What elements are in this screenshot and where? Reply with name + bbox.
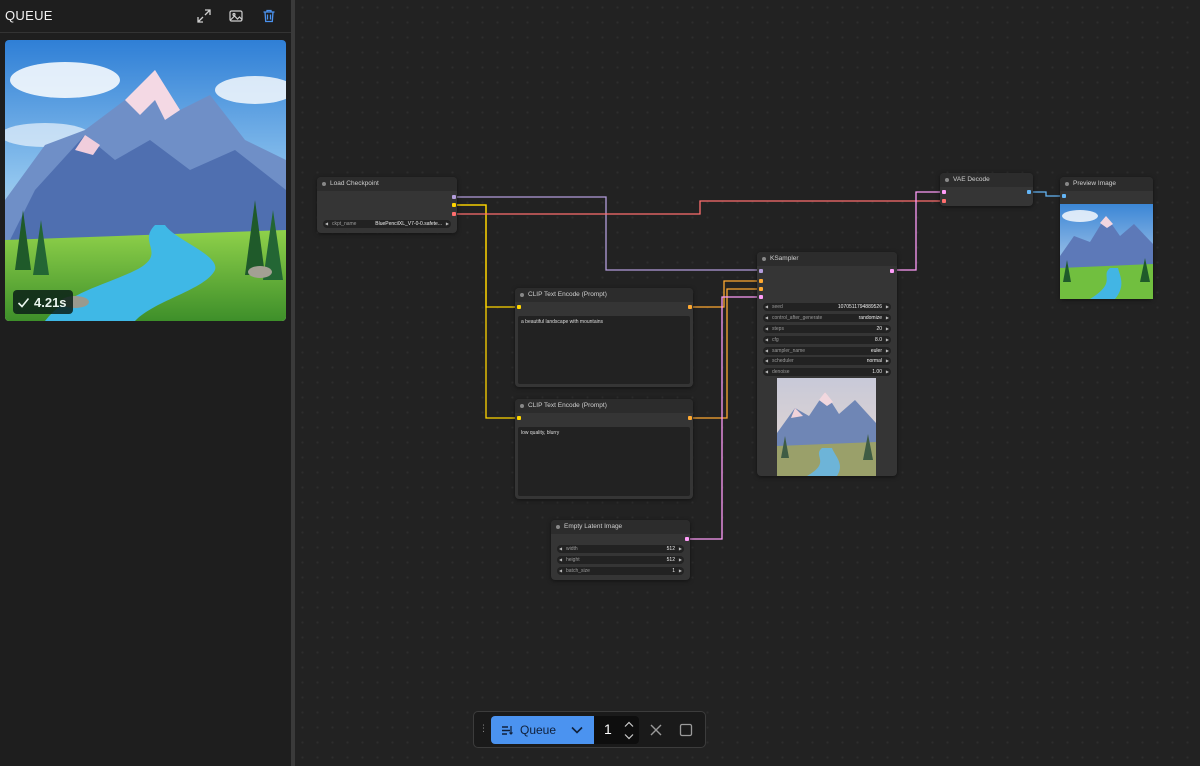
chevron-down-icon[interactable] <box>571 725 583 735</box>
node-title: CLIP Text Encode (Prompt) <box>515 288 693 302</box>
batch-count-value: 1 <box>604 721 612 737</box>
widget-label: control_after_generate <box>772 315 823 321</box>
widget-value: normal <box>866 358 882 364</box>
widget-label: height <box>566 557 580 563</box>
node-clip-text-encode-negative[interactable]: CLIP Text Encode (Prompt) low quality, b… <box>515 399 693 499</box>
widget-cfg[interactable]: cfg 8.0 <box>763 336 891 344</box>
widget-denoise[interactable]: denoise 1.00 <box>763 368 891 376</box>
output-port-latent[interactable] <box>685 537 689 541</box>
output-port-conditioning[interactable] <box>688 416 692 420</box>
widget-height[interactable]: height 512 <box>557 556 684 564</box>
ksampler-preview-image <box>777 378 876 476</box>
widget-seed[interactable]: seed 1070511794889526 <box>763 303 891 311</box>
node-title: Preview Image <box>1060 177 1153 191</box>
queue-button-label: Queue <box>520 723 557 737</box>
input-port-images[interactable] <box>1062 194 1066 198</box>
output-port-image[interactable] <box>1027 190 1031 194</box>
input-port-vae[interactable] <box>942 199 946 203</box>
widget-value: euler <box>870 348 882 354</box>
widget-ckpt-name[interactable]: ckpt_name BluePencilXL_V7-0-0.safete... <box>323 220 451 228</box>
node-preview-image[interactable]: Preview Image <box>1060 177 1153 299</box>
node-title: Load Checkpoint <box>317 177 457 191</box>
trash-icon[interactable] <box>259 6 279 26</box>
widget-value: 512 <box>666 557 675 563</box>
node-ksampler[interactable]: KSampler seed 1070511794889526 control_a… <box>757 252 897 476</box>
output-port-model[interactable] <box>452 195 456 199</box>
node-title: Empty Latent Image <box>551 520 690 534</box>
preview-output-image <box>1060 204 1153 299</box>
widget-value: BluePencilXL_V7-0-0.safete... <box>375 221 442 227</box>
chevron-up-icon[interactable] <box>624 721 634 728</box>
widget-label: ckpt_name <box>332 221 357 227</box>
stop-icon <box>679 723 693 737</box>
widget-label: denoise <box>772 369 790 375</box>
output-port-vae[interactable] <box>452 212 456 216</box>
queue-toolbar: ⋮⋮ Queue 1 <box>473 711 706 748</box>
checkmark-icon <box>17 297 30 308</box>
widget-label: width <box>566 546 578 552</box>
queue-list-icon <box>502 725 513 735</box>
input-port-samples[interactable] <box>942 190 946 194</box>
duration-text: 4.21s <box>34 294 67 310</box>
stop-button[interactable] <box>678 722 694 738</box>
queue-item-thumbnail[interactable]: 4.21s <box>5 40 286 321</box>
widget-batch-size[interactable]: batch_size 1 <box>557 567 684 575</box>
widget-value: 1 <box>672 568 675 574</box>
queue-sidebar: QUEUE 4.21s <box>0 0 291 766</box>
node-empty-latent-image[interactable]: Empty Latent Image width 512 height 512 … <box>551 520 690 580</box>
widget-value: 1070511794889526 <box>837 304 882 310</box>
input-port-latent-image[interactable] <box>759 295 763 299</box>
widget-label: steps <box>772 326 784 332</box>
widget-value: 512 <box>666 546 675 552</box>
widget-width[interactable]: width 512 <box>557 545 684 553</box>
input-port-negative[interactable] <box>759 287 763 291</box>
queue-title: QUEUE <box>5 8 53 23</box>
widget-scheduler[interactable]: scheduler normal <box>763 357 891 365</box>
input-port-model[interactable] <box>759 269 763 273</box>
widget-value: 8.0 <box>875 337 882 343</box>
queue-button[interactable]: Queue <box>491 716 594 744</box>
graph-canvas[interactable] <box>295 0 1200 766</box>
widget-control-after-generate[interactable]: control_after_generate randomize <box>763 314 891 322</box>
node-load-checkpoint[interactable]: Load Checkpoint ckpt_name BluePencilXL_V… <box>317 177 457 233</box>
output-port-conditioning[interactable] <box>688 305 692 309</box>
widget-label: batch_size <box>566 568 590 574</box>
queue-header: QUEUE <box>0 0 291 33</box>
input-port-positive[interactable] <box>759 279 763 283</box>
prompt-textarea[interactable]: low quality, blurry <box>518 427 690 496</box>
prompt-textarea[interactable]: a beautiful landscape with mountains <box>518 316 690 384</box>
node-title: KSampler <box>757 252 897 266</box>
batch-count-input[interactable]: 1 <box>594 716 639 744</box>
image-icon[interactable] <box>226 6 246 26</box>
widget-label: seed <box>772 304 783 310</box>
widget-label: sampler_name <box>772 348 806 354</box>
landscape-image <box>5 40 286 321</box>
widget-value: randomize <box>858 315 882 321</box>
widget-steps[interactable]: steps 20 <box>763 325 891 333</box>
input-port-clip[interactable] <box>517 416 521 420</box>
input-port-clip[interactable] <box>517 305 521 309</box>
expand-icon[interactable] <box>194 6 214 26</box>
widget-label: scheduler <box>772 358 794 364</box>
output-port-clip[interactable] <box>452 203 456 207</box>
widget-sampler-name[interactable]: sampler_name euler <box>763 347 891 355</box>
node-title: VAE Decode <box>940 173 1033 187</box>
node-vae-decode[interactable]: VAE Decode <box>940 173 1033 206</box>
chevron-down-icon[interactable] <box>624 733 634 740</box>
widget-value: 1.00 <box>872 369 882 375</box>
node-clip-text-encode-positive[interactable]: CLIP Text Encode (Prompt) a beautiful la… <box>515 288 693 387</box>
widget-label: cfg <box>772 337 779 343</box>
widget-value: 20 <box>876 326 882 332</box>
duration-badge: 4.21s <box>13 290 73 314</box>
node-title: CLIP Text Encode (Prompt) <box>515 399 693 413</box>
close-icon <box>650 724 662 736</box>
cancel-button[interactable] <box>648 722 664 738</box>
output-port-latent[interactable] <box>890 269 894 273</box>
